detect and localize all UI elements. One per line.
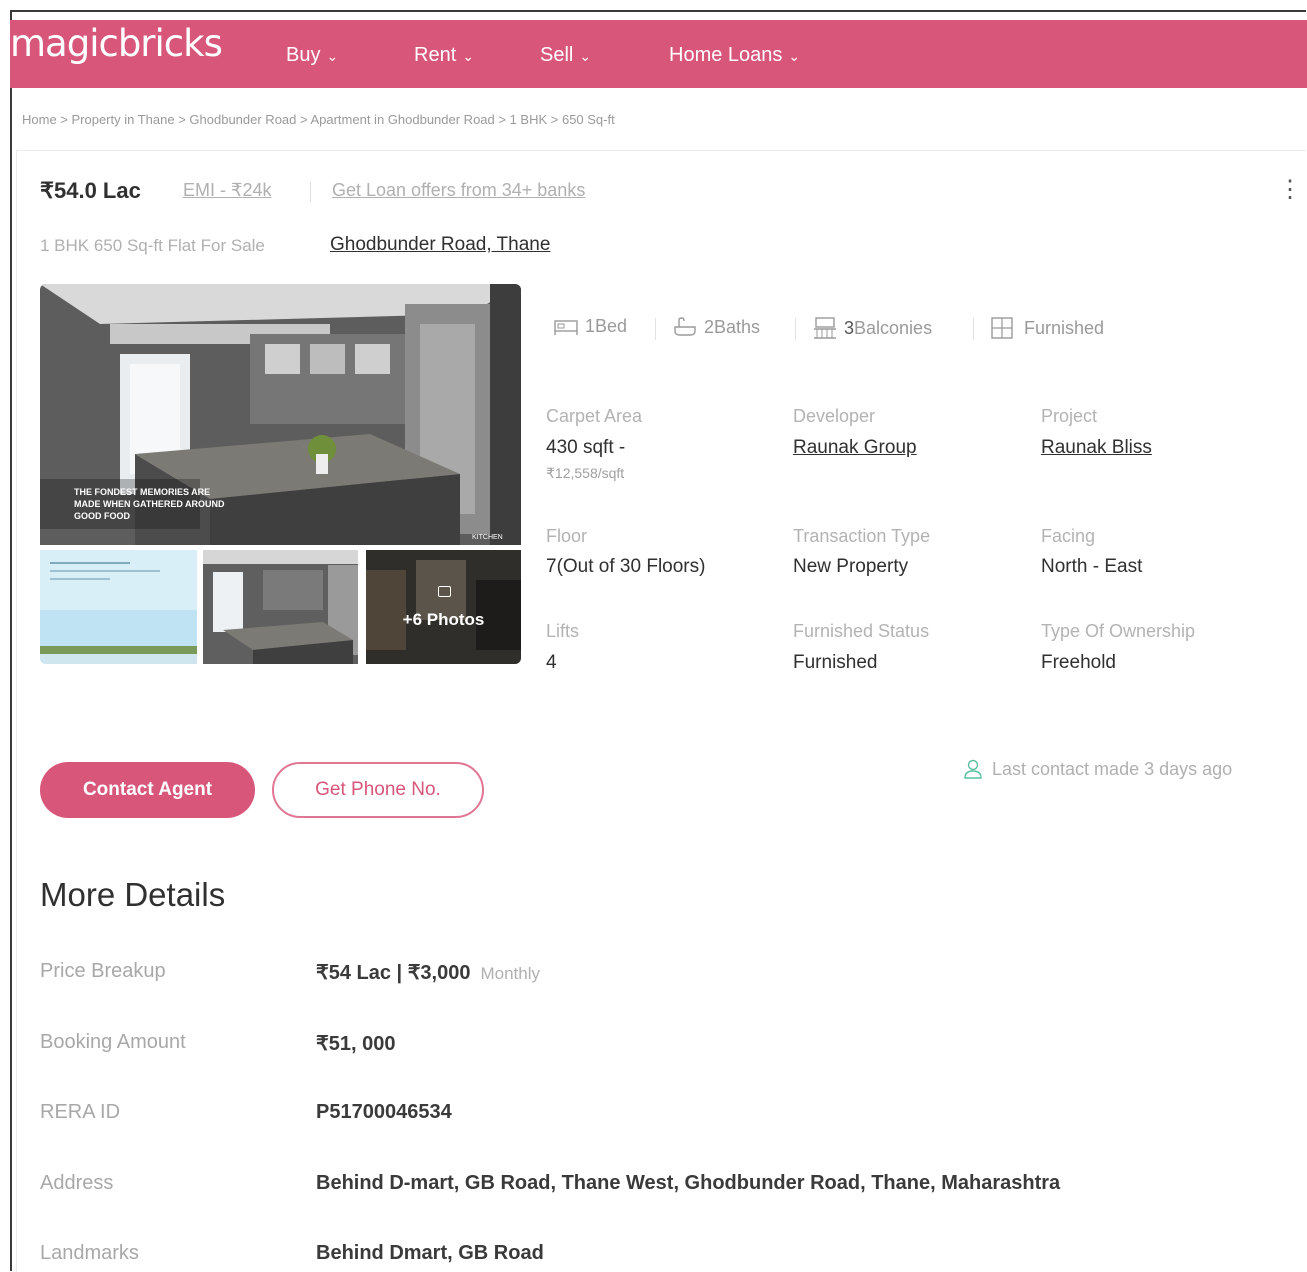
location-link[interactable]: Ghodbunder Road, Thane [330,234,550,256]
price-breakup-note: Monthly [480,964,541,983]
floor-value: 7(Out of 30 Floors) [546,556,706,577]
chevron-down-icon: ⌄ [788,48,801,64]
feature-bed: 1 Bed [553,316,627,337]
main-photo[interactable]: THE FONDEST MEMORIES ARE MADE WHEN GATHE… [40,284,521,545]
chevron-down-icon: ⌄ [462,48,474,64]
rera-id-value: P51700046534 [316,1101,452,1123]
ownership-label: Type Of Ownership [1041,621,1196,641]
developer-link[interactable]: Raunak Group [793,437,917,459]
floor-label: Floor [546,526,588,546]
get-phone-button[interactable]: Get Phone No. [272,762,484,818]
divider [310,182,311,202]
facing-value: North - East [1041,556,1143,577]
nav-home-loans-label: Home Loans [669,44,783,66]
camera-icon [438,586,451,597]
balcony-icon [814,317,836,339]
nav-buy-label: Buy [286,44,321,66]
chevron-down-icon: ⌄ [326,48,339,64]
booking-amount-label: Booking Amount [40,1031,186,1053]
landmarks-value: Behind Dmart, GB Road [316,1242,544,1264]
bathtub-icon [674,317,696,336]
emi-link[interactable]: EMI - ₹24k [183,180,271,201]
address-value: Behind D-mart, GB Road, Thane West, Ghod… [316,1172,1061,1194]
bed-count: 1 [585,316,596,336]
listing-subtitle: 1 BHK 650 Sq-ft Flat For Sale [40,236,265,255]
feature-furnished: Furnished [990,316,1104,340]
photo-caption: THE FONDEST MEMORIES ARE MADE WHEN GATHE… [74,487,225,521]
nav-sell[interactable]: Sell ⌄ [540,44,591,67]
loan-offers-link[interactable]: Get Loan offers from 34+ banks [332,180,585,201]
last-contact-text: Last contact made 3 days ago [992,758,1233,779]
divider [795,318,796,340]
furnished-status-label: Furnished Status [793,621,930,641]
thumbnail-1[interactable] [40,550,197,664]
breadcrumb[interactable]: Home > Property in Thane > Ghodbunder Ro… [22,112,615,127]
nav-home-loans[interactable]: Home Loans ⌄ [669,44,800,67]
carpet-area-label: Carpet Area [546,406,643,426]
last-contact-info: Last contact made 3 days ago [962,758,1232,780]
listing-price: ₹54.0 Lac [40,178,141,203]
bath-count: 2 [704,316,715,337]
project-link[interactable]: Raunak Bliss [1041,437,1152,459]
contact-agent-button[interactable]: Contact Agent [40,762,255,818]
price-breakup-value: ₹54 Lac | ₹3,000 Monthly [316,960,540,985]
nav-buy[interactable]: Buy ⌄ [286,44,338,67]
rera-id-label: RERA ID [40,1101,121,1123]
feature-balconies: 3 Balconies [812,316,932,340]
carpet-area-value: 430 sqft - [546,437,626,458]
balcony-count: 3 [844,317,855,338]
more-details-heading: More Details [40,876,226,913]
transaction-type-value: New Property [793,556,909,577]
feature-baths: 2 Baths [672,316,760,338]
living-room-thumbnail [366,550,521,664]
thumbnail-2[interactable] [203,550,358,664]
nav-rent[interactable]: Rent ⌄ [414,44,474,67]
project-label: Project [1041,406,1098,426]
furnished-label: Furnished [1024,317,1105,338]
nav-rent-label: Rent [414,44,457,66]
price-per-sqft: ₹12,558/sqft [546,465,625,481]
kitchen-thumbnail [203,550,358,664]
balcony-label: Balconies [854,317,933,338]
bed-icon [554,319,578,335]
divider [973,318,974,340]
chevron-down-icon: ⌄ [579,48,592,64]
divider [655,318,656,340]
thumbnail-more-photos[interactable]: +6 Photos [366,550,521,664]
booking-amount-value: ₹51, 000 [316,1033,396,1055]
price-breakup-amount: ₹54 Lac | ₹3,000 [316,962,471,984]
more-photos-label: +6 Photos [402,610,485,629]
lifts-label: Lifts [546,621,580,641]
wardrobe-icon [991,317,1013,339]
bath-label: Baths [714,316,761,337]
more-options-icon[interactable]: ⋮ [1278,178,1302,202]
photo-room-tag: KITCHEN [472,534,503,541]
furnished-status-value: Furnished [793,652,878,673]
landmarks-label: Landmarks [40,1242,139,1264]
ownership-value: Freehold [1041,652,1116,673]
bed-label: Bed [595,316,628,336]
nav-sell-label: Sell [540,44,574,66]
lifts-value: 4 [546,652,557,673]
price-breakup-label: Price Breakup [40,960,166,982]
facing-label: Facing [1041,526,1096,546]
transaction-type-label: Transaction Type [793,526,931,546]
magicbricks-logo[interactable]: magicbricks [10,22,223,65]
developer-label: Developer [793,406,876,426]
floor-plan-thumbnail [40,550,197,664]
address-label: Address [40,1172,114,1194]
user-icon [964,759,982,779]
